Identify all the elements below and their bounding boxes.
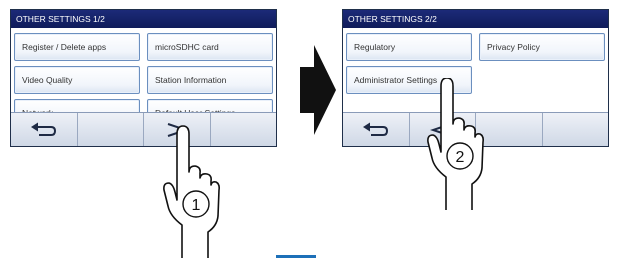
return-arrow-icon (362, 122, 388, 136)
flow-arrow-icon (300, 45, 336, 135)
microsdhc-card-button[interactable]: microSDHC card (147, 33, 273, 61)
screen-title: OTHER SETTINGS 1/2 (11, 10, 276, 28)
settings-screen-page-1: OTHER SETTINGS 1/2 Register / Delete app… (10, 9, 277, 147)
privacy-policy-button[interactable]: Privacy Policy (479, 33, 605, 61)
register-delete-apps-button[interactable]: Register / Delete apps (14, 33, 140, 61)
video-quality-button[interactable]: Video Quality (14, 66, 140, 94)
pointing-hand-icon: 2 (424, 77, 484, 215)
station-information-button[interactable]: Station Information (147, 66, 273, 94)
footer-blank-button[interactable] (211, 113, 277, 146)
back-button[interactable] (343, 113, 410, 146)
screen-title: OTHER SETTINGS 2/2 (343, 10, 608, 28)
return-arrow-icon (30, 122, 56, 136)
pointing-hand-icon: 1 (160, 120, 220, 263)
footer-blank-button[interactable] (78, 113, 144, 146)
footer-blank-button[interactable] (476, 113, 543, 146)
regulatory-button[interactable]: Regulatory (346, 33, 472, 61)
footer-bar (11, 112, 276, 146)
step-2-label: 2 (456, 149, 465, 166)
step-1-label: 1 (192, 197, 201, 214)
back-button[interactable] (11, 113, 78, 146)
footer-blank-button[interactable] (543, 113, 609, 146)
